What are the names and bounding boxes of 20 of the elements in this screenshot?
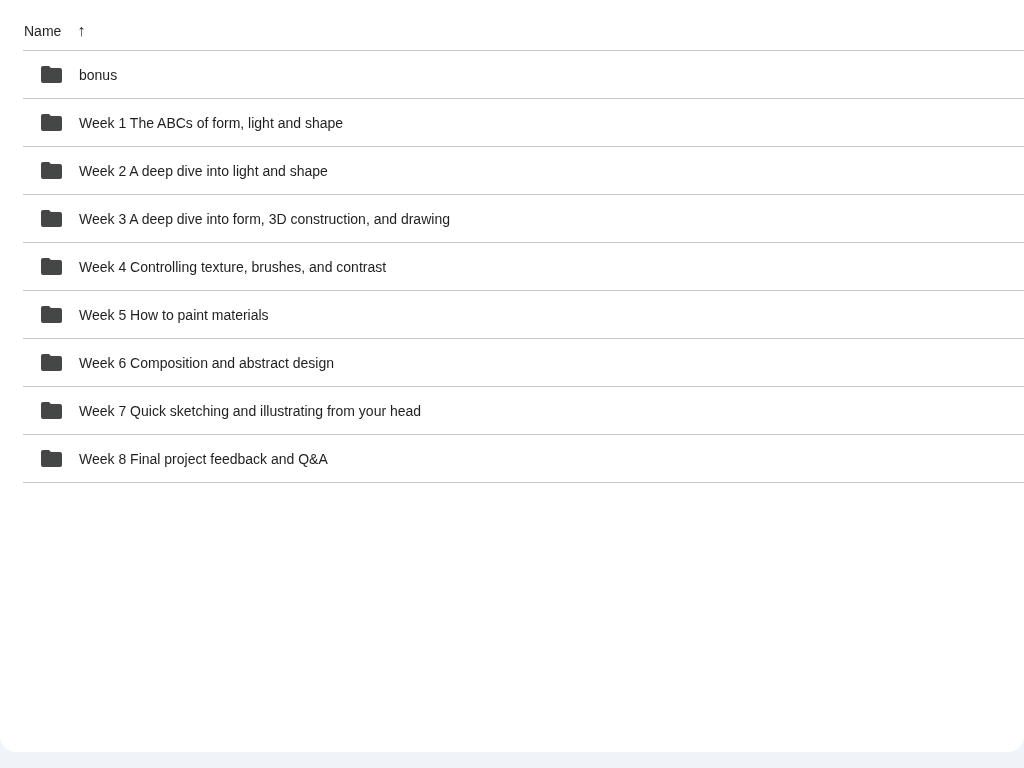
folder-name[interactable]: Week 3 A deep dive into form, 3D construction, and drawing: [79, 210, 450, 227]
column-header[interactable]: Name: [24, 23, 62, 39]
folder-icon: [41, 66, 62, 83]
folder-name[interactable]: Week 1 The ABCs of form, light and shape: [79, 114, 344, 131]
folder-icon: [41, 354, 62, 371]
folder-icon: [41, 402, 62, 419]
folder-name[interactable]: Week 7 Quick sketching and illustrating from your head: [79, 402, 422, 419]
folder-name[interactable]: Week 8 Final project feedback and Q&A: [79, 450, 328, 467]
folder-icon: [41, 258, 62, 275]
folder-name[interactable]: Week 5 How to paint materials: [79, 306, 269, 323]
sort-button[interactable]: ↑: [73, 22, 90, 40]
folder-name[interactable]: bonus: [79, 66, 118, 83]
folder-icon: [41, 450, 62, 467]
folder-name[interactable]: Week 6 Composition and abstract design: [79, 354, 334, 371]
folder-name[interactable]: Week 2 A deep dive into light and shape: [79, 162, 328, 179]
folder-icon: [41, 210, 62, 227]
folder-icon: [41, 114, 62, 131]
folder-icon: [41, 306, 62, 323]
folder-name[interactable]: Week 4 Controlling texture, brushes, and contrast: [79, 258, 387, 275]
folder-icon: [41, 162, 62, 179]
